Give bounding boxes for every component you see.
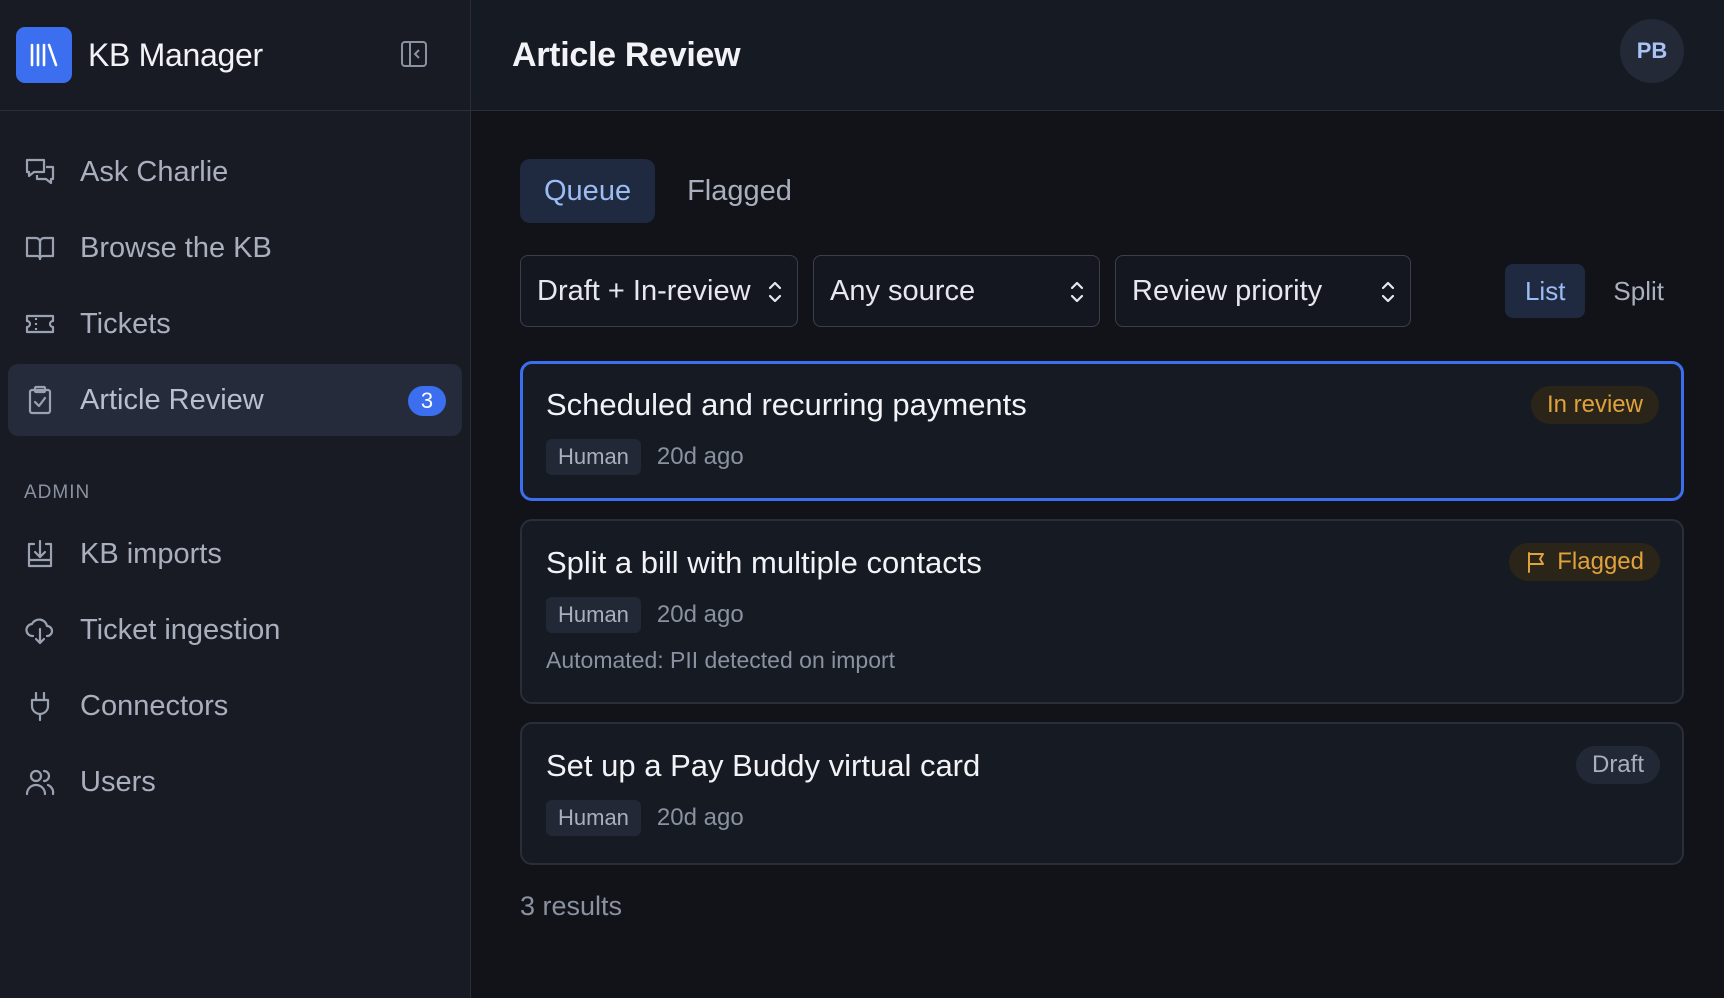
article-title: Set up a Pay Buddy virtual card (546, 748, 981, 783)
review-tabs: Queue Flagged (520, 159, 1684, 223)
main-panel: Article Review PB Queue Flagged Draft + … (471, 0, 1724, 998)
status-label: Flagged (1557, 548, 1644, 575)
sidebar-item-label: Article Review (80, 383, 264, 416)
article-meta: Human 20d ago (546, 800, 1658, 836)
import-tray-icon (24, 538, 56, 570)
sort-value: Review priority (1132, 274, 1323, 307)
sidebar-item-ask-charlie[interactable]: Ask Charlie (8, 136, 462, 208)
view-toggle: List Split (1497, 264, 1684, 318)
app-root: KB Manager Ask Charlie Browse the KB Tic… (0, 0, 1724, 998)
updown-chevron-icon (1070, 281, 1084, 303)
article-meta: Human 20d ago (546, 597, 1658, 633)
article-age: 20d ago (656, 804, 744, 831)
article-note: Automated: PII detected on import (546, 647, 896, 673)
sidebar-item-ticket-ingestion[interactable]: Ticket ingestion (8, 594, 462, 666)
tab-queue[interactable]: Queue (520, 159, 656, 223)
clipboard-check-icon (24, 384, 56, 416)
view-list-button[interactable]: List (1504, 264, 1586, 318)
article-card[interactable]: Scheduled and recurring payments Human 2… (520, 361, 1684, 501)
flag-icon (1528, 552, 1545, 573)
admin-nav: KB imports Ticket ingestion Connectors U… (0, 518, 470, 818)
results-count: 3 results (520, 891, 623, 921)
sidebar-item-label: Ask Charlie (80, 155, 229, 188)
source-filter-value: Any source (830, 274, 976, 307)
sidebar-item-connectors[interactable]: Connectors (8, 670, 462, 742)
sidebar-item-label: Ticket ingestion (80, 613, 281, 646)
users-icon (24, 766, 56, 798)
chat-bubbles-icon (24, 156, 56, 188)
sidebar-item-browse-kb[interactable]: Browse the KB (8, 212, 462, 284)
ticket-icon (24, 308, 56, 340)
source-tag: Human (546, 439, 641, 475)
source-filter-select[interactable]: Any source (813, 255, 1100, 327)
sidebar-header: KB Manager (0, 0, 470, 111)
sidebar-collapse-icon[interactable] (396, 36, 432, 72)
sidebar-item-tickets[interactable]: Tickets (8, 288, 462, 360)
article-age: 20d ago (656, 601, 744, 628)
app-brand-name: KB Manager (88, 36, 263, 73)
status-filter-select[interactable]: Draft + In-review (520, 255, 798, 327)
status-badge: Draft (1575, 746, 1660, 784)
article-title: Scheduled and recurring payments (546, 387, 1027, 422)
cloud-download-icon (24, 614, 56, 646)
primary-nav: Ask Charlie Browse the KB Tickets Articl… (0, 111, 470, 436)
sort-select[interactable]: Review priority (1115, 255, 1411, 327)
article-title: Split a bill with multiple contacts (546, 545, 982, 580)
sidebar-item-article-review[interactable]: Article Review 3 (8, 364, 462, 436)
review-content: Queue Flagged Draft + In-review Any sour… (471, 111, 1724, 922)
view-split-button[interactable]: Split (1593, 264, 1684, 318)
updown-chevron-icon (768, 281, 782, 303)
topbar: Article Review PB (471, 0, 1724, 111)
article-age: 20d ago (656, 443, 744, 470)
library-logo-icon[interactable] (16, 27, 72, 83)
page-title: Article Review (512, 35, 741, 74)
article-card[interactable]: Set up a Pay Buddy virtual card Human 20… (520, 722, 1684, 865)
plug-icon (24, 690, 56, 722)
sidebar-item-users[interactable]: Users (8, 746, 462, 818)
updown-chevron-icon (1381, 281, 1395, 303)
status-filter-value: Draft + In-review (537, 274, 751, 307)
status-label: Draft (1591, 751, 1644, 778)
source-tag: Human (546, 800, 641, 836)
user-avatar[interactable]: PB (1620, 19, 1684, 83)
admin-section-label: ADMIN (24, 482, 91, 503)
article-card[interactable]: Split a bill with multiple contacts Huma… (520, 519, 1684, 704)
sidebar: KB Manager Ask Charlie Browse the KB Tic… (0, 0, 471, 998)
status-badge: In review (1530, 386, 1659, 424)
review-count-badge: 3 (408, 386, 446, 416)
source-tag: Human (546, 597, 641, 633)
sidebar-item-label: Users (80, 765, 156, 798)
sidebar-item-label: Connectors (80, 689, 229, 722)
article-meta: Human 20d ago (546, 439, 1658, 475)
status-badge: Flagged (1509, 543, 1660, 581)
sidebar-item-label: Tickets (80, 307, 171, 340)
open-book-icon (24, 232, 56, 264)
sidebar-item-label: KB imports (80, 537, 222, 570)
status-label: In review (1546, 391, 1643, 418)
sidebar-item-kb-imports[interactable]: KB imports (8, 518, 462, 590)
filter-bar: Draft + In-review Any source Review prio… (520, 255, 1684, 327)
article-list: Scheduled and recurring payments Human 2… (520, 361, 1684, 865)
tab-flagged[interactable]: Flagged (663, 159, 816, 223)
sidebar-item-label: Browse the KB (80, 231, 272, 264)
